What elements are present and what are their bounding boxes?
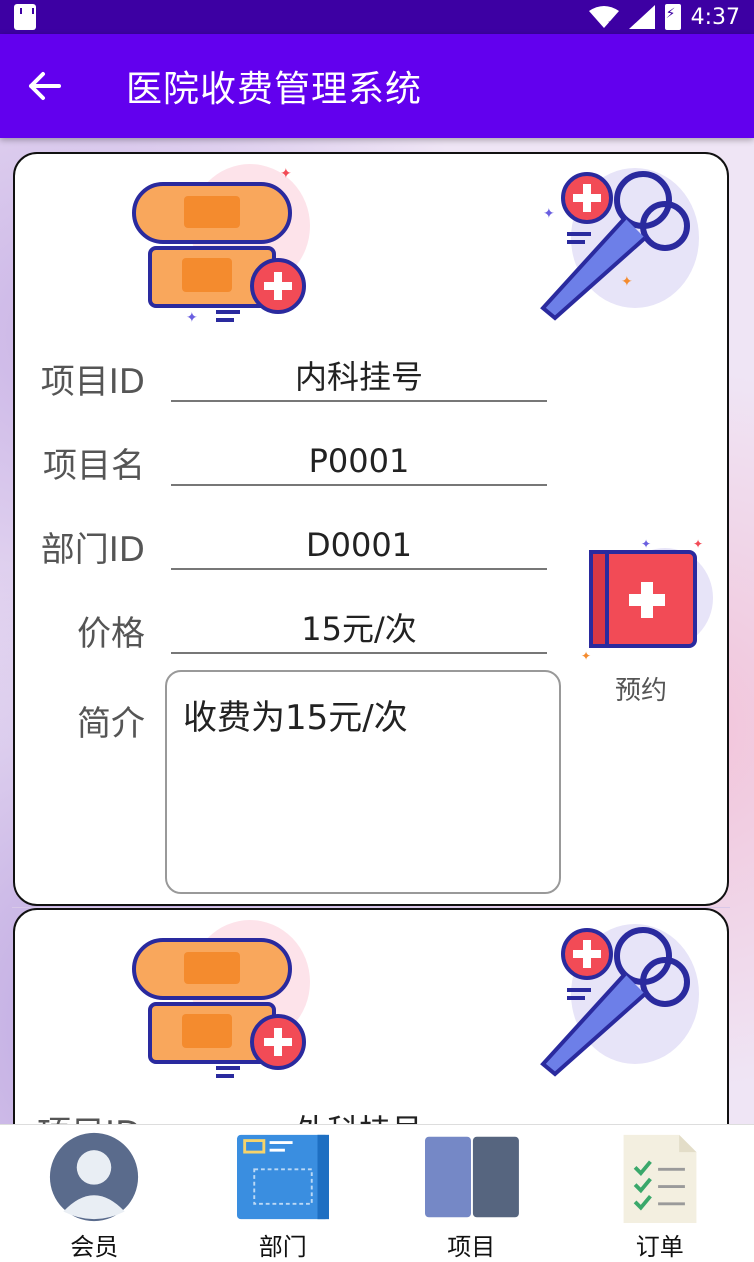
sd-card-icon bbox=[14, 4, 36, 30]
signal-icon bbox=[628, 5, 655, 29]
svg-text:✦: ✦ bbox=[693, 537, 703, 551]
nav-member[interactable]: 会员 bbox=[0, 1125, 188, 1262]
item-name-label: 项目名 bbox=[43, 446, 145, 486]
status-bar: x 4:37 bbox=[0, 0, 754, 34]
item-id-field[interactable]: 外科挂号 bbox=[295, 1106, 423, 1124]
svg-text:✦: ✦ bbox=[581, 649, 591, 663]
description-label: 简介 bbox=[77, 704, 145, 744]
svg-text:✦: ✦ bbox=[543, 206, 555, 222]
svg-text:x: x bbox=[608, 19, 614, 28]
item-card: 项目ID 外科挂号 bbox=[13, 908, 729, 1124]
member-avatar-icon bbox=[50, 1132, 139, 1222]
nav-department[interactable]: 部门 bbox=[189, 1125, 377, 1262]
project-book-icon bbox=[425, 1136, 520, 1218]
nav-order[interactable]: 订单 bbox=[566, 1125, 754, 1262]
nav-member-label: 会员 bbox=[70, 1233, 119, 1261]
back-button[interactable] bbox=[14, 56, 74, 116]
book-button[interactable]: ✦ ✦ ✦ 预约 bbox=[581, 534, 717, 706]
department-board-icon bbox=[236, 1134, 329, 1220]
nav-project[interactable]: 项目 bbox=[377, 1125, 565, 1262]
nav-project-label: 项目 bbox=[447, 1233, 496, 1261]
item-id-label: 项目ID bbox=[37, 1106, 141, 1124]
battery-charging-icon bbox=[664, 4, 681, 30]
item-card: ✦ ✦ ✦ ✦ 项目ID 内科挂号 项目名 P0001 部门ID D0001 价… bbox=[13, 152, 729, 906]
item-list[interactable]: ✦ ✦ ✦ ✦ 项目ID 内科挂号 项目名 P0001 部门ID D0001 价… bbox=[0, 138, 754, 1124]
department-id-field[interactable]: D0001 bbox=[171, 520, 547, 570]
scissors-icon: ✦ ✦ bbox=[540, 168, 699, 321]
wifi-icon: x bbox=[588, 6, 619, 28]
price-field[interactable]: 15元/次 bbox=[171, 604, 547, 654]
nav-order-label: 订单 bbox=[635, 1233, 684, 1261]
scissors-icon bbox=[540, 924, 699, 1077]
svg-text:✦: ✦ bbox=[280, 166, 292, 182]
bandage-icon: ✦ ✦ bbox=[132, 164, 310, 326]
department-id-label: 部门ID bbox=[40, 530, 145, 570]
svg-text:✦: ✦ bbox=[186, 310, 198, 326]
order-checklist-icon bbox=[623, 1134, 697, 1223]
book-label: 预约 bbox=[614, 676, 667, 706]
page-title: 医院收费管理系统 bbox=[126, 69, 423, 110]
arrow-left-icon bbox=[29, 72, 61, 100]
price-label: 价格 bbox=[77, 614, 145, 654]
first-aid-kit-icon: ✦ ✦ ✦ bbox=[581, 537, 713, 663]
item-id-label: 项目ID bbox=[40, 362, 145, 402]
description-textarea[interactable]: 收费为15元/次 bbox=[165, 670, 561, 894]
status-time: 4:37 bbox=[690, 4, 740, 30]
nav-department-label: 部门 bbox=[258, 1233, 307, 1261]
item-name-field[interactable]: P0001 bbox=[171, 436, 547, 486]
app-bar: 医院收费管理系统 bbox=[0, 34, 754, 138]
status-right: x 4:37 bbox=[588, 4, 740, 30]
item-id-field[interactable]: 内科挂号 bbox=[171, 352, 547, 402]
bandage-icon bbox=[132, 920, 310, 1078]
bottom-nav: 会员 部门 项目 订单 bbox=[0, 1124, 754, 1262]
svg-text:✦: ✦ bbox=[621, 274, 633, 290]
svg-text:✦: ✦ bbox=[641, 537, 651, 551]
